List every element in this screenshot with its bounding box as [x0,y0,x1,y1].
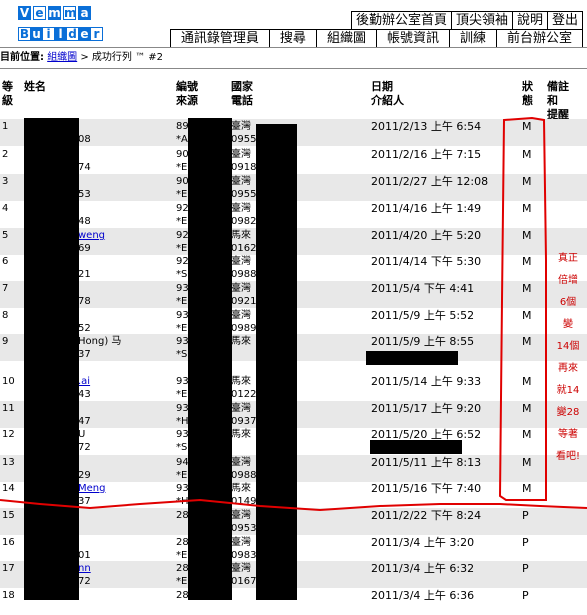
note-line: 再來 [558,363,578,374]
red-divider-line [0,498,587,512]
handwritten-note: 真正倍增 6個變 14個再來就14 變28 等著看吧! [550,248,586,468]
red-annotation-marks [0,116,587,512]
note-line: 變28 [556,407,580,418]
note-line: 就14 [556,385,580,396]
note-line: 倍增 [558,275,578,286]
note-line: 等著 [558,429,578,440]
red-circle-m-group [498,116,547,501]
note-line: 14個 [556,341,580,352]
note-line: 看吧! [555,451,580,462]
note-line: 6個 [559,297,577,308]
note-line: 真正 [558,253,578,264]
note-line: 變 [563,319,573,330]
